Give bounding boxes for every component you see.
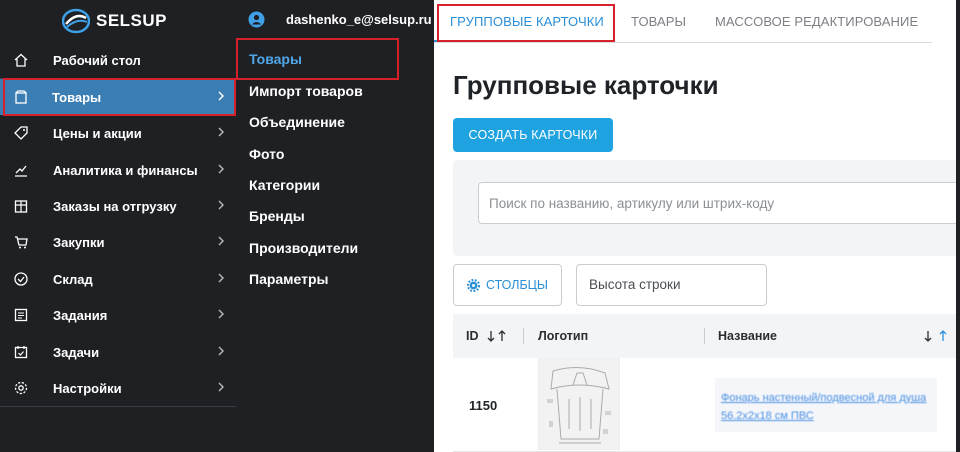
list-icon xyxy=(13,307,29,323)
chevron-right-icon xyxy=(218,273,224,283)
gear-icon xyxy=(467,278,480,292)
sidebar-item-label: Заказы на отгрузку xyxy=(53,198,177,214)
sidebar-item-dashboard[interactable]: Рабочий стол xyxy=(0,42,236,78)
chevron-right-icon xyxy=(218,346,224,356)
sidebar-item-tasks[interactable]: Задачи xyxy=(0,334,236,370)
chevron-right-icon xyxy=(218,164,224,174)
selsup-logo-icon xyxy=(62,8,90,34)
main-content: ГРУППОВЫЕ КАРТОЧКИ ТОВАРЫ МАССОВОЕ РЕДАК… xyxy=(434,0,960,452)
sort-icon xyxy=(487,330,505,342)
sidebar-item-label: Рабочий стол xyxy=(53,52,141,68)
column-header-name[interactable]: Название xyxy=(718,329,777,343)
columns-button-label: СТОЛБЦЫ xyxy=(486,278,548,292)
tab-products[interactable]: ТОВАРЫ xyxy=(631,14,686,29)
package-icon xyxy=(13,198,29,214)
tag-icon xyxy=(13,125,29,141)
sidebar-item-orders[interactable]: Заказы на отгрузку xyxy=(0,188,236,224)
column-header-label: ID xyxy=(466,329,479,343)
sidebar-item-label: Аналитика и финансы xyxy=(53,162,198,178)
home-icon xyxy=(13,52,29,68)
column-separator[interactable] xyxy=(704,328,705,344)
page-title: Групповые карточки xyxy=(453,70,719,100)
submenu-item-import[interactable]: Импорт товаров xyxy=(249,83,363,99)
tab-bulk-edit[interactable]: МАССОВОЕ РЕДАКТИРОВАНИЕ xyxy=(715,14,918,29)
sidebar-item-prices[interactable]: Цены и акции xyxy=(0,115,236,151)
sidebar-item-warehouse[interactable]: Склад xyxy=(0,261,236,297)
product-image xyxy=(539,359,619,449)
sort-icon[interactable] xyxy=(923,330,949,342)
chevron-right-icon xyxy=(218,236,224,246)
cell-id: 1150 xyxy=(469,398,498,413)
sidebar-item-label: Настройки xyxy=(53,380,122,396)
column-header-label: Название xyxy=(718,329,778,343)
submenu-item-merge[interactable]: Объединение xyxy=(249,114,345,130)
submenu-panel: dashenko_e@selsup.ru Товары Импорт товар… xyxy=(236,0,434,452)
check-circle-icon xyxy=(13,271,29,287)
gear-icon xyxy=(13,380,29,396)
sidebar-item-label: Склад xyxy=(53,271,93,287)
search-input[interactable] xyxy=(489,183,949,223)
chevron-right-icon xyxy=(218,127,224,137)
sidebar-item-label: Закупки xyxy=(53,234,105,250)
chevron-right-icon xyxy=(218,200,224,210)
product-name-link[interactable]: Фонарь настенный/подвесной для душа 56.2… xyxy=(721,392,926,422)
chart-line-icon xyxy=(13,162,29,178)
create-cards-button[interactable]: СОЗДАТЬ КАРТОЧКИ xyxy=(453,118,613,152)
sidebar-item-settings[interactable]: Настройки xyxy=(0,370,236,406)
sidebar: SELSUP Рабочий стол Товары Цены и акции … xyxy=(0,0,236,452)
columns-button[interactable]: СТОЛБЦЫ xyxy=(453,264,562,306)
highlight-box xyxy=(236,38,399,80)
user-email: dashenko_e@selsup.ru xyxy=(286,12,432,27)
submenu-item-parameters[interactable]: Параметры xyxy=(249,271,329,287)
cell-name: Фонарь настенный/подвесной для душа 56.2… xyxy=(715,378,937,432)
logo-text: SELSUP xyxy=(96,11,168,30)
submenu-item-categories[interactable]: Категории xyxy=(249,177,320,193)
submenu-item-brands[interactable]: Бренды xyxy=(249,208,305,224)
chevron-right-icon xyxy=(218,309,224,319)
tabs-divider xyxy=(434,42,932,43)
sidebar-item-purchases[interactable]: Закупки xyxy=(0,224,236,260)
row-height-select[interactable]: Высота строки xyxy=(576,264,767,306)
sidebar-item-label: Задания xyxy=(53,307,108,323)
divider xyxy=(0,406,236,407)
table-row[interactable]: 1150 Фонарь настенный/подвесной для душа… xyxy=(453,358,960,452)
submenu-item-photo[interactable]: Фото xyxy=(249,146,284,162)
sidebar-item-analytics[interactable]: Аналитика и финансы xyxy=(0,152,236,188)
product-thumbnail[interactable] xyxy=(538,358,620,450)
user-icon xyxy=(248,11,265,28)
column-header-label: Логотип xyxy=(538,329,589,343)
sidebar-item-label: Задачи xyxy=(53,344,100,360)
row-height-label: Высота строки xyxy=(589,277,681,292)
calendar-check-icon xyxy=(13,344,29,360)
sidebar-item-label: Цены и акции xyxy=(53,125,142,141)
window-edge xyxy=(956,0,960,452)
user-account[interactable]: dashenko_e@selsup.ru xyxy=(248,11,432,28)
filter-panel xyxy=(453,160,960,256)
logo[interactable]: SELSUP xyxy=(62,6,167,36)
table-header: ID Логотип Название xyxy=(453,314,960,358)
highlight-box xyxy=(437,4,615,42)
highlight-box xyxy=(3,78,236,116)
column-separator[interactable] xyxy=(523,328,524,344)
column-header-logo[interactable]: Логотип xyxy=(538,329,588,343)
sidebar-item-assignments[interactable]: Задания xyxy=(0,297,236,333)
column-header-id[interactable]: ID xyxy=(466,329,507,343)
submenu-item-manufacturers[interactable]: Производители xyxy=(249,240,358,256)
search-box xyxy=(478,182,960,224)
chevron-right-icon xyxy=(218,382,224,392)
cart-icon xyxy=(13,234,29,250)
